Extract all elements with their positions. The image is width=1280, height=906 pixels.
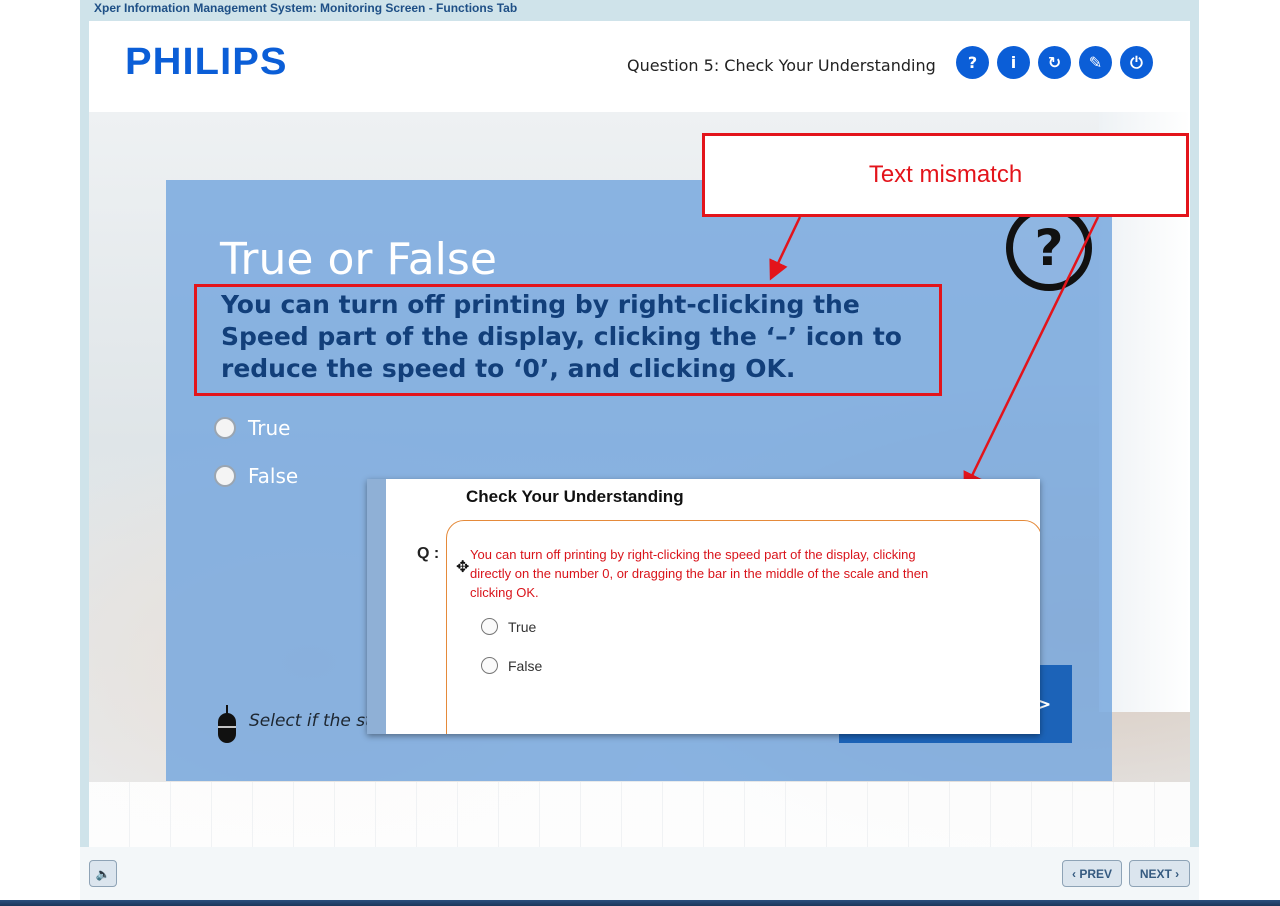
option-false[interactable]: False	[214, 464, 298, 488]
exit-button[interactable]: ⏻	[1120, 46, 1153, 79]
option-label: False	[248, 464, 299, 488]
philips-logo: PHILIPS	[125, 41, 288, 83]
reference-title: Check Your Understanding	[460, 484, 690, 510]
glossary-button[interactable]: ✎	[1079, 46, 1112, 79]
reference-option-label: False	[508, 657, 543, 674]
reference-option-false: False	[481, 657, 542, 674]
paper-image	[89, 782, 1190, 847]
reference-question-text: You can turn off printing by right-click…	[470, 547, 929, 600]
help-button[interactable]: ?	[956, 46, 989, 79]
question-type-heading: True or False	[220, 234, 497, 285]
option-true[interactable]: True	[214, 416, 290, 440]
reference-option-label: True	[508, 618, 537, 635]
reference-sidebar	[367, 479, 386, 734]
info-button[interactable]: i	[997, 46, 1030, 79]
instruction-hint: Select if the sto	[249, 711, 383, 731]
page-title: Question 5: Check Your Understanding	[627, 56, 936, 75]
course-footer	[80, 847, 1199, 900]
next-button[interactable]: NEXT ›	[1129, 860, 1190, 887]
course-header: PHILIPS Question 5: Check Your Understan…	[89, 21, 1190, 112]
prev-button[interactable]: ‹ PREV	[1062, 860, 1122, 887]
mismatch-highlight-box	[194, 284, 942, 396]
radio-false[interactable]	[214, 465, 236, 487]
os-taskbar	[0, 900, 1280, 906]
move-cursor-icon: ✥	[456, 557, 470, 576]
sound-button[interactable]: 🔈	[89, 860, 117, 887]
reference-option-true: True	[481, 618, 536, 635]
reference-radio-true	[481, 618, 498, 635]
reference-radio-false	[481, 657, 498, 674]
reference-q-label: Q :	[417, 545, 440, 562]
reference-screenshot: Check Your Understanding Q : You can tur…	[367, 479, 1040, 734]
reference-card: Check Your Understanding Q : You can tur…	[386, 479, 1040, 734]
question-mark-icon: ?	[1006, 205, 1092, 291]
window-title: Xper Information Management System: Moni…	[94, 1, 518, 15]
mouse-icon	[218, 705, 236, 743]
option-label: True	[248, 416, 291, 440]
mismatch-callout: Text mismatch	[702, 133, 1189, 217]
radio-true[interactable]	[214, 417, 236, 439]
replay-button[interactable]: ↻	[1038, 46, 1071, 79]
